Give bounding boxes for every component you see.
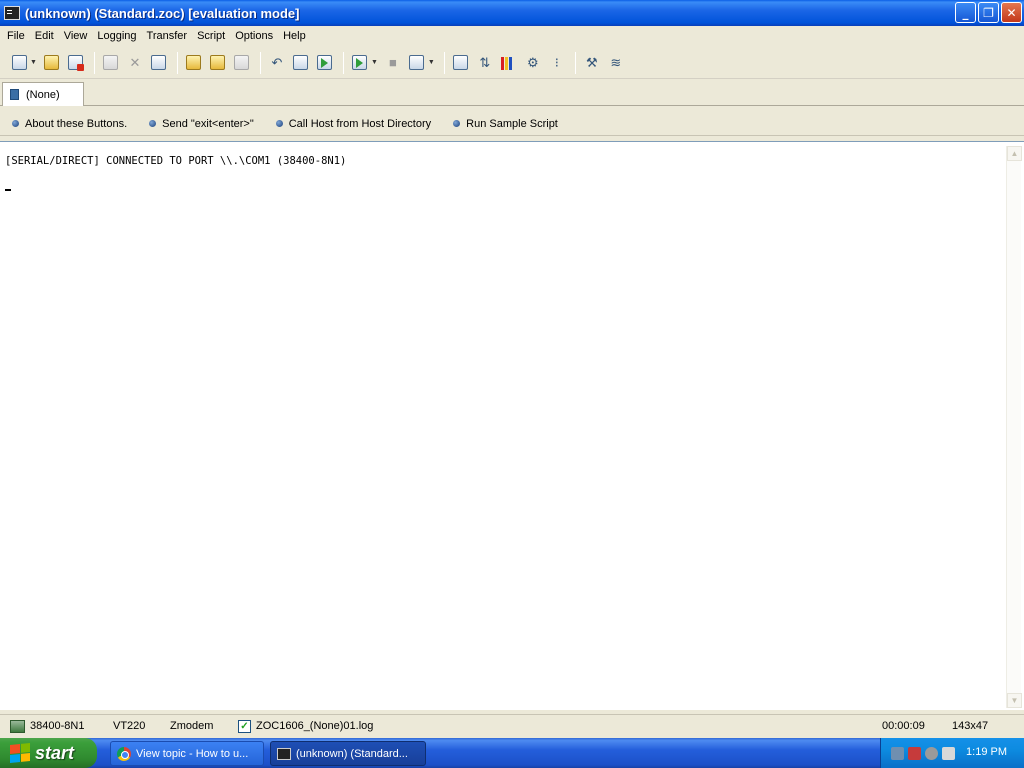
keyboard-settings-icon[interactable]: ⚙: [522, 52, 544, 74]
menu-view[interactable]: View: [59, 30, 93, 42]
toolbar-separator: [93, 51, 95, 74]
taskbar-item-browser[interactable]: View topic - How to u...: [110, 741, 264, 766]
upload-icon[interactable]: [290, 52, 312, 74]
session-tab-strip: (None): [0, 80, 1024, 106]
log-checkbox[interactable]: ✓: [238, 720, 251, 733]
tools-icon[interactable]: ⚒: [581, 52, 603, 74]
connection-icon[interactable]: [10, 720, 25, 733]
bullet-icon: [453, 120, 461, 127]
terminal-app-icon[interactable]: [4, 6, 20, 20]
chrome-icon: [117, 746, 131, 761]
run-script-icon[interactable]: [349, 52, 371, 74]
toolbar-separator: [342, 51, 344, 74]
toolbar: ▼ ✕ ↶ ▼ ■ ▼ ⇅ ⚙ ⁝ ⚒ ≋: [0, 47, 1024, 79]
emulation-label[interactable]: VT220: [113, 720, 145, 732]
scroll-down-icon[interactable]: ▼: [1007, 693, 1022, 708]
button-label: Send "exit<enter>": [162, 117, 254, 130]
menu-bar: File Edit View Logging Transfer Script O…: [0, 26, 1024, 45]
paste-clipboard-icon[interactable]: [183, 52, 205, 74]
start-button[interactable]: start: [0, 738, 97, 768]
terminal-line: [SERIAL/DIRECT] CONNECTED TO PORT \\.\CO…: [5, 155, 347, 167]
transfer-settings-icon[interactable]: ⇅: [474, 52, 496, 74]
restore-button[interactable]: ❐: [978, 2, 999, 23]
online-timer: 00:00:09: [882, 720, 925, 732]
network-disconnected-icon[interactable]: [908, 746, 921, 760]
terminal-window[interactable]: [SERIAL/DIRECT] CONNECTED TO PORT \\.\CO…: [0, 141, 1024, 710]
toolbar-separator: [443, 51, 445, 74]
vertical-scrollbar[interactable]: ▲ ▼: [1006, 146, 1022, 708]
menu-transfer[interactable]: Transfer: [142, 30, 193, 42]
chevron-down-icon[interactable]: ▼: [428, 59, 435, 66]
scroll-up-icon[interactable]: ▲: [1007, 146, 1022, 161]
minimize-button[interactable]: _: [955, 2, 976, 23]
button-label: Call Host from Host Directory: [288, 117, 432, 130]
print-icon[interactable]: [231, 52, 253, 74]
paste-icon[interactable]: [148, 52, 170, 74]
windows-logo-icon: [10, 742, 30, 764]
log-file-name[interactable]: ZOC1606_(None)01.log: [256, 720, 373, 732]
run-sample-script-button[interactable]: Run Sample Script: [453, 118, 558, 130]
button-label: About these Buttons.: [25, 117, 128, 130]
chevron-down-icon[interactable]: ▼: [30, 59, 37, 66]
taskbar: start View topic - How to u... (unknown)…: [0, 738, 1024, 768]
edit-script-icon[interactable]: [406, 52, 428, 74]
toolbar-separator: [574, 51, 576, 74]
menu-script[interactable]: Script: [192, 30, 230, 42]
terminal-icon: [277, 747, 291, 760]
session-icon: [10, 89, 19, 100]
tab-label: (None): [26, 88, 60, 101]
menu-help[interactable]: Help: [278, 30, 311, 42]
chevron-down-icon[interactable]: ▼: [371, 59, 378, 66]
title-bar[interactable]: (unknown) (Standard.zoc) [evaluation mod…: [0, 0, 1024, 26]
protocol-label[interactable]: Zmodem: [170, 720, 213, 732]
mapping-icon[interactable]: ⁝: [546, 52, 568, 74]
taskbar-item-label: (unknown) (Standard...: [296, 747, 408, 760]
menu-file[interactable]: File: [2, 30, 30, 42]
window-controls: _ ❐ ✕: [955, 2, 1022, 23]
text-cursor: [5, 189, 11, 191]
copy-icon[interactable]: [100, 52, 122, 74]
status-bar: 38400-8N1 VT220 Zmodem ✓ ZOC1606_(None)0…: [0, 714, 1024, 738]
settings-icon[interactable]: [450, 52, 472, 74]
address-book-icon[interactable]: [41, 52, 63, 74]
window-title: (unknown) (Standard.zoc) [evaluation mod…: [25, 5, 300, 21]
start-label: start: [35, 742, 75, 763]
volume-icon[interactable]: [942, 746, 955, 760]
stop-icon[interactable]: ■: [382, 52, 404, 74]
trace-icon[interactable]: ≋: [605, 52, 627, 74]
bullet-icon: [12, 120, 19, 127]
quick-connect-icon[interactable]: [8, 52, 30, 74]
download-icon[interactable]: [314, 52, 336, 74]
bullet-icon: [275, 120, 283, 127]
toolbar-separator: [176, 51, 178, 74]
send-exit-button[interactable]: Send "exit<enter>": [149, 118, 254, 130]
taskbar-item-label: View topic - How to u...: [136, 747, 249, 760]
connection-settings[interactable]: 38400-8N1: [30, 720, 84, 732]
user-button-bar: About these Buttons. Send "exit<enter>" …: [0, 112, 1024, 136]
menu-options[interactable]: Options: [230, 30, 278, 42]
clock[interactable]: 1:19 PM: [966, 746, 1007, 758]
cut-icon[interactable]: ✕: [124, 52, 146, 74]
button-label: Run Sample Script: [466, 117, 558, 130]
security-icon[interactable]: [925, 746, 938, 760]
menu-logging[interactable]: Logging: [92, 30, 141, 42]
edit-icon[interactable]: [207, 52, 229, 74]
taskbar-item-zoc[interactable]: (unknown) (Standard...: [270, 741, 426, 766]
disconnect-icon[interactable]: [65, 52, 87, 74]
close-button[interactable]: ✕: [1001, 2, 1022, 23]
toolbar-separator: [259, 51, 261, 74]
terminal-size: 143x47: [952, 720, 989, 732]
menu-edit[interactable]: Edit: [30, 30, 59, 42]
network-icon[interactable]: [891, 746, 904, 760]
tab-none[interactable]: (None): [2, 82, 84, 106]
system-tray: 1:19 PM: [880, 738, 1024, 768]
send-file-icon[interactable]: ↶: [266, 52, 288, 74]
call-host-button[interactable]: Call Host from Host Directory: [275, 117, 432, 130]
color-settings-icon[interactable]: [498, 52, 520, 74]
bullet-icon: [149, 120, 157, 127]
about-buttons-button[interactable]: About these Buttons.: [12, 118, 127, 130]
